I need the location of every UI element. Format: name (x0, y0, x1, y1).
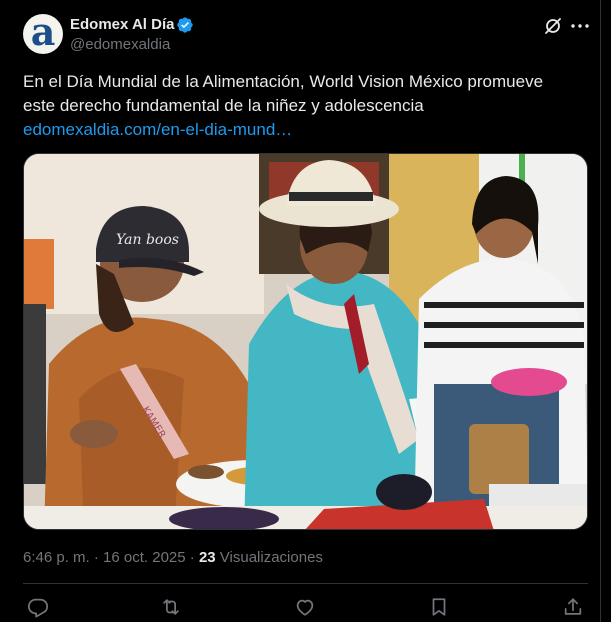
reply-icon[interactable] (27, 596, 49, 618)
post-meta: 6:46 p. m. · 16 oct. 2025 · 23 Visualiza… (23, 548, 323, 568)
grok-icon[interactable] (543, 16, 563, 36)
share-icon[interactable] (562, 596, 584, 618)
avatar-logo-letter: a (30, 14, 56, 54)
repost-icon[interactable] (160, 596, 182, 618)
bookmark-icon[interactable] (428, 596, 450, 618)
post-text: En el Día Mundial de la Alimentación, Wo… (23, 70, 583, 142)
cap-text: Yan boos (116, 232, 179, 248)
author-display-name[interactable]: Edomex Al Día (70, 15, 174, 35)
author-avatar[interactable]: a (23, 14, 63, 54)
post-container: a Edomex Al Día @edomexaldia En el Día M… (0, 0, 601, 622)
photo-illustration: Yan boos KAMER (24, 154, 587, 529)
author-handle[interactable]: @edomexaldia (70, 36, 170, 54)
post-photo[interactable]: Yan boos KAMER (23, 153, 588, 530)
post-text-line: En el Día Mundial de la Alimentación, Wo… (23, 72, 544, 91)
views-count: 23 (198, 549, 216, 566)
views-label: Visualizaciones (215, 549, 323, 566)
more-icon[interactable] (570, 16, 590, 36)
post-timestamp[interactable]: 6:46 p. m. · 16 oct. 2025 · (23, 549, 199, 566)
post-text-line: este derecho fundamental de la niñez y a… (23, 96, 424, 115)
post-link[interactable]: edomexaldia.com/en-el-dia-mund… (23, 118, 583, 142)
divider (23, 583, 588, 584)
verified-badge-icon (177, 17, 193, 33)
like-icon[interactable] (294, 596, 316, 618)
